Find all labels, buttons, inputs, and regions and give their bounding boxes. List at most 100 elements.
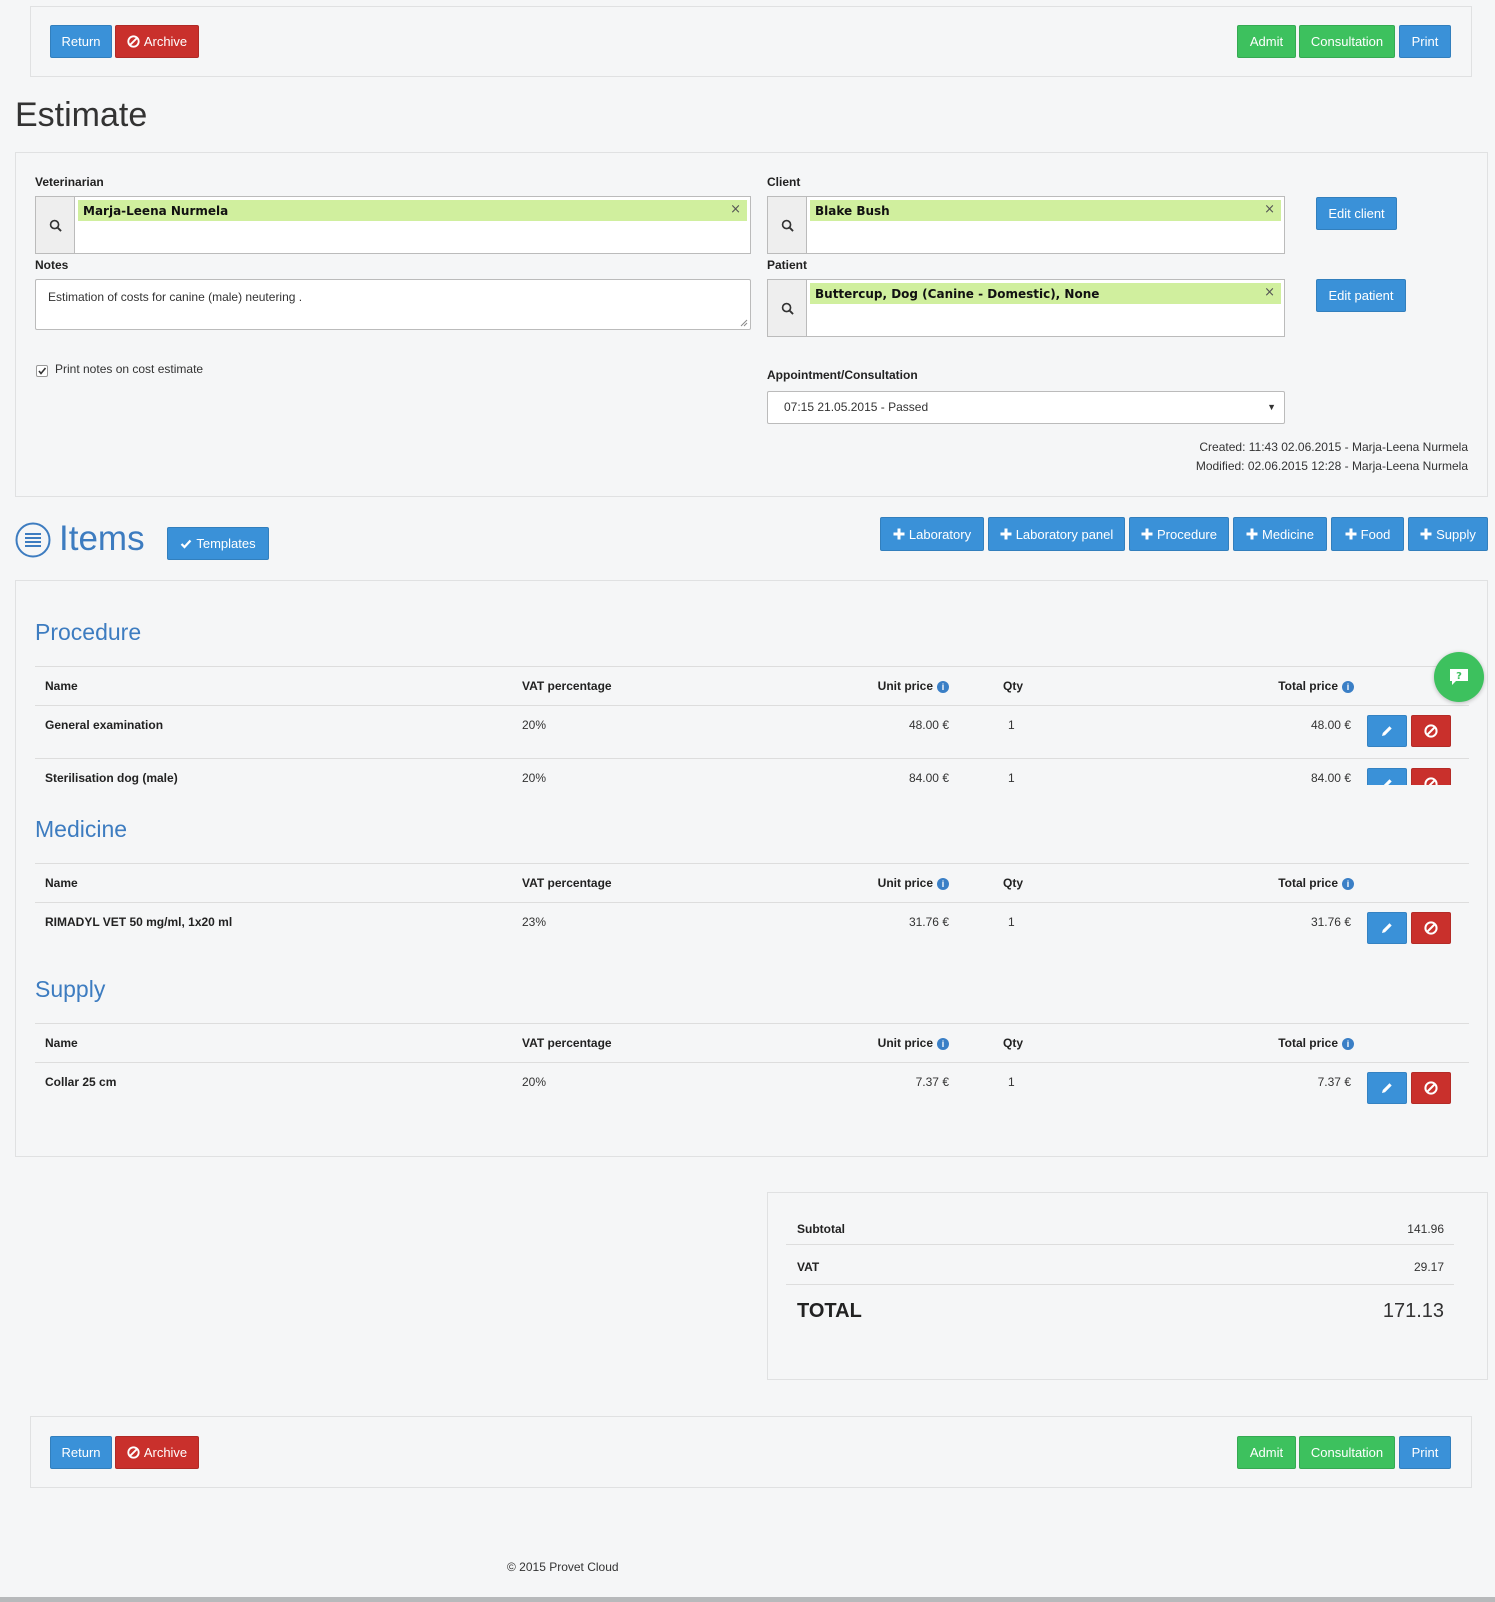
delete-item-button[interactable] bbox=[1411, 768, 1451, 785]
col-name: Name bbox=[45, 1036, 78, 1050]
patient-tag: Buttercup, Dog (Canine - Domestic), None… bbox=[810, 283, 1281, 304]
consultation-button-bottom[interactable]: Consultation bbox=[1299, 1436, 1395, 1469]
total-value: 171.13 bbox=[1382, 1300, 1444, 1322]
patient-field[interactable]: Buttercup, Dog (Canine - Domestic), None… bbox=[806, 279, 1285, 337]
search-icon bbox=[781, 219, 794, 232]
created-text: Created: 11:43 02.06.2015 - Marja-Leena … bbox=[1199, 440, 1468, 454]
item-qty: 1 bbox=[1008, 915, 1015, 929]
table-row: General examination 20% 48.00 € 1 48.00 € bbox=[35, 706, 1469, 759]
archive-button-bottom[interactable]: Archive bbox=[115, 1436, 199, 1469]
info-icon[interactable]: i bbox=[937, 878, 949, 890]
col-qty: Qty bbox=[1003, 679, 1024, 693]
plus-icon bbox=[1000, 528, 1012, 540]
table-row: RIMADYL VET 50 mg/ml, 1x20 ml 23% 31.76 € 1… bbox=[35, 903, 1469, 956]
search-icon bbox=[781, 302, 794, 315]
col-total-price: Total price i bbox=[1278, 1024, 1354, 1062]
appointment-label: Appointment/Consultation bbox=[767, 368, 918, 382]
print-button[interactable]: Print bbox=[1399, 25, 1451, 58]
pencil-icon bbox=[1382, 726, 1392, 736]
add-laboratory-panel-button[interactable]: Laboratory panel bbox=[988, 517, 1125, 551]
plus-icon bbox=[893, 528, 905, 540]
section-rows: General examination 20% 48.00 € 1 48.00 € Ste… bbox=[0, 706, 1495, 785]
remove-icon[interactable]: × bbox=[730, 202, 741, 217]
delete-item-button[interactable] bbox=[1411, 912, 1451, 944]
remove-icon[interactable]: × bbox=[1264, 202, 1275, 217]
veterinarian-search-button[interactable] bbox=[35, 196, 75, 254]
col-total-price: Total price i bbox=[1278, 864, 1354, 902]
modified-text: Modified: 02.06.2015 12:28 - Marja-Leena… bbox=[1195, 459, 1468, 473]
edit-client-button[interactable]: Edit client bbox=[1316, 197, 1397, 230]
plus-icon bbox=[1345, 528, 1357, 540]
help-chat-button[interactable]: ? bbox=[1434, 652, 1484, 702]
ban-icon bbox=[127, 35, 140, 48]
subtotal-value: 141.96 bbox=[1407, 1222, 1444, 1236]
edit-item-button[interactable] bbox=[1367, 768, 1407, 785]
section-title-procedure: Procedure bbox=[35, 619, 142, 645]
item-total: 31.76 € bbox=[1310, 915, 1351, 929]
remove-icon[interactable]: × bbox=[1264, 285, 1275, 300]
col-vat: VAT percentage bbox=[522, 1036, 612, 1050]
patient-search-button[interactable] bbox=[767, 279, 807, 337]
info-icon[interactable]: i bbox=[937, 1038, 949, 1050]
admit-button-bottom[interactable]: Admit bbox=[1237, 1436, 1296, 1469]
delete-item-button[interactable] bbox=[1411, 1072, 1451, 1104]
return-button-bottom[interactable]: Return bbox=[50, 1436, 112, 1469]
info-icon[interactable]: i bbox=[1342, 1038, 1354, 1050]
admit-button[interactable]: Admit bbox=[1237, 25, 1296, 58]
resize-handle-icon[interactable] bbox=[740, 319, 748, 327]
add-food-button[interactable]: Food bbox=[1331, 517, 1404, 551]
top-toolbar: Return Archive Admit Consultation Print bbox=[30, 6, 1472, 77]
client-tag: Blake Bush × bbox=[810, 200, 1281, 221]
item-unit-price: 7.37 € bbox=[915, 1075, 949, 1089]
item-total: 48.00 € bbox=[1310, 718, 1351, 732]
item-vat: 20% bbox=[522, 771, 547, 785]
total-row: TOTAL 171.13 bbox=[786, 1285, 1454, 1335]
plus-icon bbox=[1420, 528, 1432, 540]
print-notes-checkbox[interactable] bbox=[36, 365, 48, 377]
item-qty: 1 bbox=[1008, 1075, 1015, 1089]
subtotal-row: Subtotal 141.96 bbox=[786, 1207, 1454, 1245]
ban-icon bbox=[1424, 1081, 1438, 1095]
item-unit-price: 48.00 € bbox=[908, 718, 949, 732]
print-button-bottom[interactable]: Print bbox=[1399, 1436, 1451, 1469]
add-laboratory-button[interactable]: Laboratory bbox=[880, 517, 984, 551]
patient-label: Patient bbox=[767, 258, 808, 272]
ban-icon bbox=[1424, 724, 1438, 738]
return-button[interactable]: Return bbox=[50, 25, 112, 58]
col-unit-price: Unit price i bbox=[878, 667, 949, 705]
info-icon[interactable]: i bbox=[937, 681, 949, 693]
client-field[interactable]: Blake Bush × bbox=[806, 196, 1285, 254]
estimate-form: Veterinarian Marja-Leena Nurmela × Notes … bbox=[15, 152, 1488, 497]
totals-panel: Subtotal 141.96 VAT 29.17 TOTAL 171.13 bbox=[767, 1192, 1488, 1380]
templates-button[interactable]: Templates bbox=[167, 527, 269, 560]
archive-button[interactable]: Archive bbox=[115, 25, 199, 58]
item-vat: 20% bbox=[522, 718, 547, 732]
section-title-supply: Supply bbox=[35, 976, 106, 1002]
check-icon bbox=[181, 539, 192, 549]
col-vat: VAT percentage bbox=[522, 679, 612, 693]
client-search-button[interactable] bbox=[767, 196, 807, 254]
col-name: Name bbox=[45, 876, 78, 890]
veterinarian-field[interactable]: Marja-Leena Nurmela × bbox=[74, 196, 751, 254]
list-icon bbox=[15, 522, 51, 558]
info-icon[interactable]: i bbox=[1342, 681, 1354, 693]
edit-patient-button[interactable]: Edit patient bbox=[1316, 279, 1406, 312]
appointment-select[interactable]: 07:15 21.05.2015 - Passed ▼ bbox=[767, 391, 1285, 424]
info-icon[interactable]: i bbox=[1342, 878, 1354, 890]
table-header: Name VAT percentage Unit price i Qty Total pr… bbox=[35, 666, 1469, 706]
add-medicine-button[interactable]: Medicine bbox=[1233, 517, 1327, 551]
vat-row: VAT 29.17 bbox=[786, 1245, 1454, 1285]
consultation-button[interactable]: Consultation bbox=[1299, 25, 1395, 58]
notes-textarea[interactable]: Estimation of costs for canine (male) ne… bbox=[35, 279, 751, 330]
table-header: Name VAT percentage Unit price i Qty Total pr… bbox=[35, 863, 1469, 903]
item-total: 7.37 € bbox=[1317, 1075, 1351, 1089]
delete-item-button[interactable] bbox=[1411, 715, 1451, 747]
edit-item-button[interactable] bbox=[1367, 715, 1407, 747]
edit-item-button[interactable] bbox=[1367, 1072, 1407, 1104]
page-title: Estimate bbox=[15, 96, 148, 134]
items-title: Items bbox=[59, 519, 145, 558]
edit-item-button[interactable] bbox=[1367, 912, 1407, 944]
table-row: Sterilisation dog (male) 20% 84.00 € 1 84.00… bbox=[35, 759, 1469, 785]
add-supply-button[interactable]: Supply bbox=[1408, 517, 1488, 551]
add-procedure-button[interactable]: Procedure bbox=[1129, 517, 1229, 551]
